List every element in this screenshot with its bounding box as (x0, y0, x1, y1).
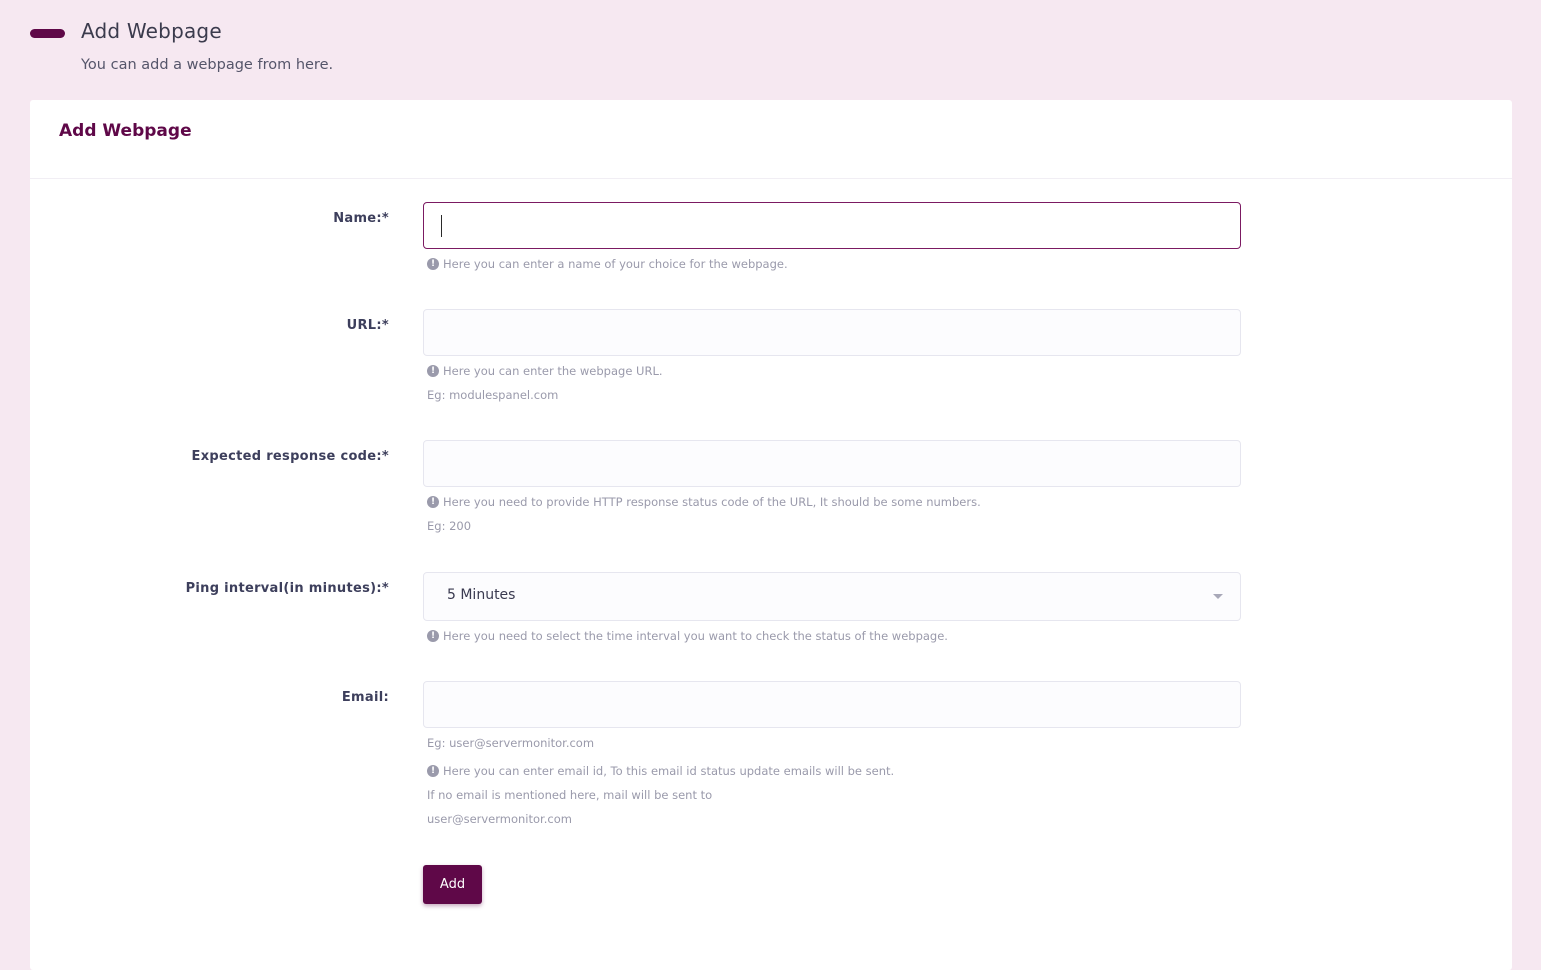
response-code-input[interactable] (423, 440, 1241, 487)
card-title: Add Webpage (59, 121, 192, 141)
info-circle-icon: ! (427, 365, 439, 377)
url-example: Eg: modulespanel.com (427, 388, 559, 402)
response-code-help-text: Here you need to provide HTTP response s… (443, 495, 981, 509)
header-accent-bar (30, 29, 65, 38)
info-circle-icon: ! (427, 496, 439, 508)
ping-interval-selected-value: 5 Minutes (447, 587, 516, 603)
email-label: Email: (341, 690, 389, 705)
email-input[interactable] (423, 681, 1241, 728)
page-subtitle: You can add a webpage from here. (81, 57, 334, 73)
ping-interval-help-text: Here you need to select the time interva… (443, 629, 948, 643)
url-label: URL:* (346, 318, 389, 333)
name-help: ! Here you can enter a name of your choi… (427, 257, 788, 271)
name-label: Name:* (333, 211, 389, 226)
email-help-line3: user@servermonitor.com (427, 812, 572, 826)
add-button[interactable]: Add (423, 865, 482, 904)
email-example: Eg: user@servermonitor.com (427, 736, 595, 750)
name-help-text: Here you can enter a name of your choice… (443, 257, 788, 271)
response-code-example: Eg: 200 (427, 519, 472, 533)
chevron-down-icon (1213, 594, 1223, 599)
page-title: Add Webpage (81, 19, 222, 43)
email-help-line2: If no email is mentioned here, mail will… (427, 788, 713, 802)
info-circle-icon: ! (427, 630, 439, 642)
page-header: Add Webpage You can add a webpage from h… (0, 0, 1541, 100)
ping-interval-select[interactable]: 5 Minutes (423, 572, 1241, 621)
info-circle-icon: ! (427, 765, 439, 777)
add-webpage-card: Add Webpage Name:* ! Here you can enter … (30, 100, 1512, 970)
response-code-label: Expected response code:* (191, 449, 389, 464)
response-code-help: ! Here you need to provide HTTP response… (427, 495, 981, 509)
card-header: Add Webpage (30, 100, 1512, 179)
name-input[interactable] (423, 202, 1241, 249)
ping-interval-help: ! Here you need to select the time inter… (427, 629, 948, 643)
info-circle-icon: ! (427, 258, 439, 270)
url-help: ! Here you can enter the webpage URL. (427, 364, 663, 378)
email-help-text: Here you can enter email id, To this ema… (443, 764, 895, 778)
email-help: ! Here you can enter email id, To this e… (427, 764, 894, 778)
url-input[interactable] (423, 309, 1241, 356)
url-help-text: Here you can enter the webpage URL. (443, 364, 663, 378)
text-caret (441, 215, 442, 237)
ping-interval-label: Ping interval(in minutes):* (185, 581, 389, 596)
